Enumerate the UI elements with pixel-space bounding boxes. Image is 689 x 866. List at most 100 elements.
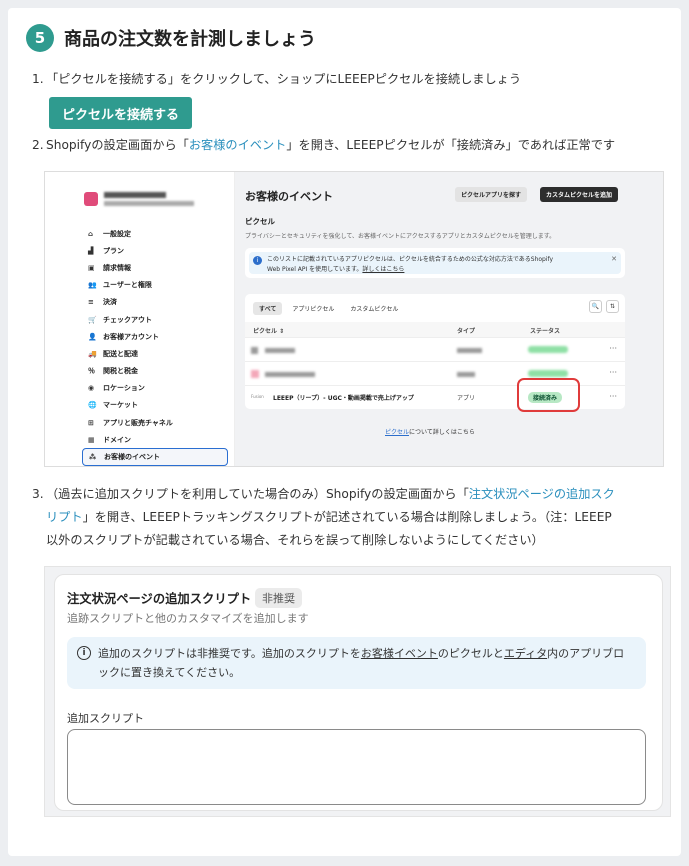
customer-events-link[interactable]: お客様のイベント [189,138,287,152]
customer-events-link[interactable]: お客様イベント [361,647,438,660]
leeep-logo: Fusion [251,394,264,399]
settings-sidebar: ⌂ 一般設定 ▟ プラン ▣ 請求情報 👥 ユーザーと権限 ≡ 決済 🛒 チェックアウト 👤 お客様アカウ… [72,172,235,466]
row-menu-icon[interactable]: ··· [609,392,617,401]
settings-main: お客様のイベント ピクセルアプリを探す カスタムピクセルを追加 ピクセル プライ… [235,172,663,466]
sort-icon[interactable]: ⇅ [606,300,619,313]
sidebar-item[interactable]: ▟ プラン [82,242,228,259]
sidebar-item[interactable]: 🌐 マーケット [82,397,228,414]
customer-events-screenshot: ⌂ 一般設定 ▟ プラン ▣ 請求情報 👥 ユーザーと権限 ≡ 決済 🛒 チェックアウト 👤 お客様アカウ… [44,171,664,467]
filter-tab[interactable]: アプリピクセル [286,302,340,315]
page-heading: お客様のイベント [245,190,333,203]
info-icon: i [77,646,91,660]
info-line-1: このリストに記載されているアプリピクセルは、ピクセルを統合するための公式な対応方… [267,256,554,263]
additional-scripts-subtitle: 追跡スクリプトと他のカスタマイズを追加します [67,612,309,625]
section-header: 5 商品の注文数を計測しましょう [26,24,316,52]
step-1: 1. 「ピクセルを接続する」をクリックして、ショップにLEEEPピクセルを接続しま… [32,72,522,86]
sidebar-item-label: チェックアウト [103,315,152,324]
close-icon[interactable]: ✕ [611,254,617,264]
filter-tab[interactable]: カスタムピクセル [344,302,404,315]
sidebar-item-label: マーケット [103,401,138,410]
sidebar-item-label: 配送と配達 [103,349,138,358]
order-status-script-link-cont[interactable]: リプト [46,510,83,524]
sidebar-item[interactable]: ◉ ロケーション [82,380,228,397]
nav-icon: ▦ [88,435,95,444]
store-name-blurred [104,192,166,198]
pixel-filter-tabs: すべて アプリピクセル カスタムピクセル [253,302,404,315]
sidebar-item-label: ロケーション [103,384,145,393]
col-type: タイプ [457,328,476,335]
sidebar-item-label: 一般設定 [103,229,131,238]
sidebar-item[interactable]: ≡ 決済 [82,294,228,311]
info-line-2: Web Pixel API を使用しています。 [267,266,363,273]
nav-icon: ▟ [88,246,94,255]
leeep-app-name: LEEEP（リープ）- UGC・動画掲載で売上げアップ [273,395,414,402]
pixel-section-title: ピクセル [245,217,275,226]
nav-icon: ≡ [88,298,94,307]
sidebar-item[interactable]: 🛒 チェックアウト [82,311,228,328]
sidebar-item-label: 決済 [103,298,117,307]
search-icon[interactable]: 🔍 [589,300,602,313]
step-2: 2. Shopifyの設定画面から「お客様のイベント」を開き、LEEEPピクセルが… [32,138,616,152]
sidebar-item[interactable]: ％ 関税と税金 [82,363,228,380]
info-icon: i [253,256,262,265]
highlight-box [517,378,580,412]
col-pixel: ピクセル ⇕ [253,328,285,335]
step-3-line-2: リプト」を開き、LEEEPトラッキングスクリプトが記述されている場合は削除しまし… [46,510,612,524]
deprecation-info-banner: i 追加のスクリプトは非推奨です。追加のスクリプトをお客様イベントのピクセルとエ… [67,637,646,689]
additional-scripts-screenshot: 注文状況ページの追加スクリプト 非推奨 追跡スクリプトと他のカスタマイズを追加し… [44,566,671,817]
sidebar-item[interactable]: 👤 お客様アカウント [82,328,228,345]
sidebar-item-label: ユーザーと権限 [103,281,152,290]
instruction-card: 5 商品の注文数を計測しましょう 1. 「ピクセルを接続する」をクリックして、ショ… [8,8,681,856]
store-logo [84,192,98,206]
order-status-script-link[interactable]: 注文状況ページの追加スク [469,487,615,501]
nav-icon: ⁂ [89,453,97,462]
connect-pixel-button[interactable]: ピクセルを接続する [49,97,192,129]
editor-link[interactable]: エディタ [504,647,547,660]
nav-icon: 🚚 [88,349,97,358]
step-3-line-3: 以外のスクリプトが記載されている場合、それらを誤って削除しないようにしてください… [46,533,544,547]
sidebar-item-label: プラン [103,246,124,255]
sidebar-item[interactable]: ▣ 請求情報 [82,259,228,276]
sidebar-item[interactable]: ▦ ドメイン [82,431,228,448]
nav-icon: 👥 [88,281,97,290]
step-3-line-1: 3. （過去に追加スクリプトを利用していた場合のみ）Shopifyの設定画面から「… [32,487,615,501]
add-custom-pixel-button[interactable]: カスタムピクセルを追加 [540,187,619,202]
nav-icon: ％ [88,367,95,376]
sidebar-item-label: アプリと販売チャネル [103,418,173,427]
table-header: ピクセル ⇕ タイプ ステータス [245,322,625,337]
sidebar-item-label: 請求情報 [103,263,131,272]
sidebar-item[interactable]: ⁂ お客様のイベント [82,448,228,466]
additional-scripts-title: 注文状況ページの追加スクリプト [67,592,252,606]
store-url-blurred [104,201,194,206]
additional-scripts-card: 注文状況ページの追加スクリプト 非推奨 追跡スクリプトと他のカスタマイズを追加し… [54,574,663,811]
leeep-type: アプリ [457,395,476,402]
deprecated-badge: 非推奨 [255,588,302,608]
sidebar-item-label: ドメイン [103,435,131,444]
find-pixel-app-button[interactable]: ピクセルアプリを探す [455,187,528,202]
nav-icon: 👤 [88,332,97,341]
table-row[interactable]: ··· [245,337,625,361]
sidebar-item[interactable]: ⊞ アプリと販売チャネル [82,414,228,431]
sidebar-item-label: お客様のイベント [104,453,160,462]
sidebar-item-label: 関税と税金 [103,367,138,376]
sidebar-item[interactable]: 👥 ユーザーと権限 [82,277,228,294]
pixel-learn-link[interactable]: ピクセル [385,429,409,436]
row-menu-icon[interactable]: ··· [609,368,617,377]
step-number-badge: 5 [26,24,54,52]
nav-icon: 🛒 [88,315,97,324]
pixel-info-banner: i ✕ このリストに記載されているアプリピクセルは、ピクセルを統合するための公式… [245,248,625,278]
nav-icon: 🌐 [88,401,97,410]
sidebar-item-label: お客様アカウント [103,332,159,341]
filter-tab[interactable]: すべて [253,302,283,315]
section-title: 商品の注文数を計測しましょう [64,29,316,50]
sidebar-item[interactable]: 🚚 配送と配達 [82,345,228,362]
nav-icon: ▣ [88,263,95,272]
settings-nav: ⌂ 一般設定 ▟ プラン ▣ 請求情報 👥 ユーザーと権限 ≡ 決済 🛒 チェックアウト 👤 お客様アカウ… [82,225,228,466]
sidebar-item[interactable]: ⌂ 一般設定 [82,225,228,242]
pixel-footer-note: ピクセルについて詳しくはこちら [385,429,475,436]
row-menu-icon[interactable]: ··· [609,344,617,353]
nav-icon: ⌂ [88,229,94,238]
nav-icon: ◉ [88,384,95,393]
learn-more-link[interactable]: 詳しくはこちら [362,266,404,273]
additional-scripts-textarea[interactable] [67,729,646,805]
